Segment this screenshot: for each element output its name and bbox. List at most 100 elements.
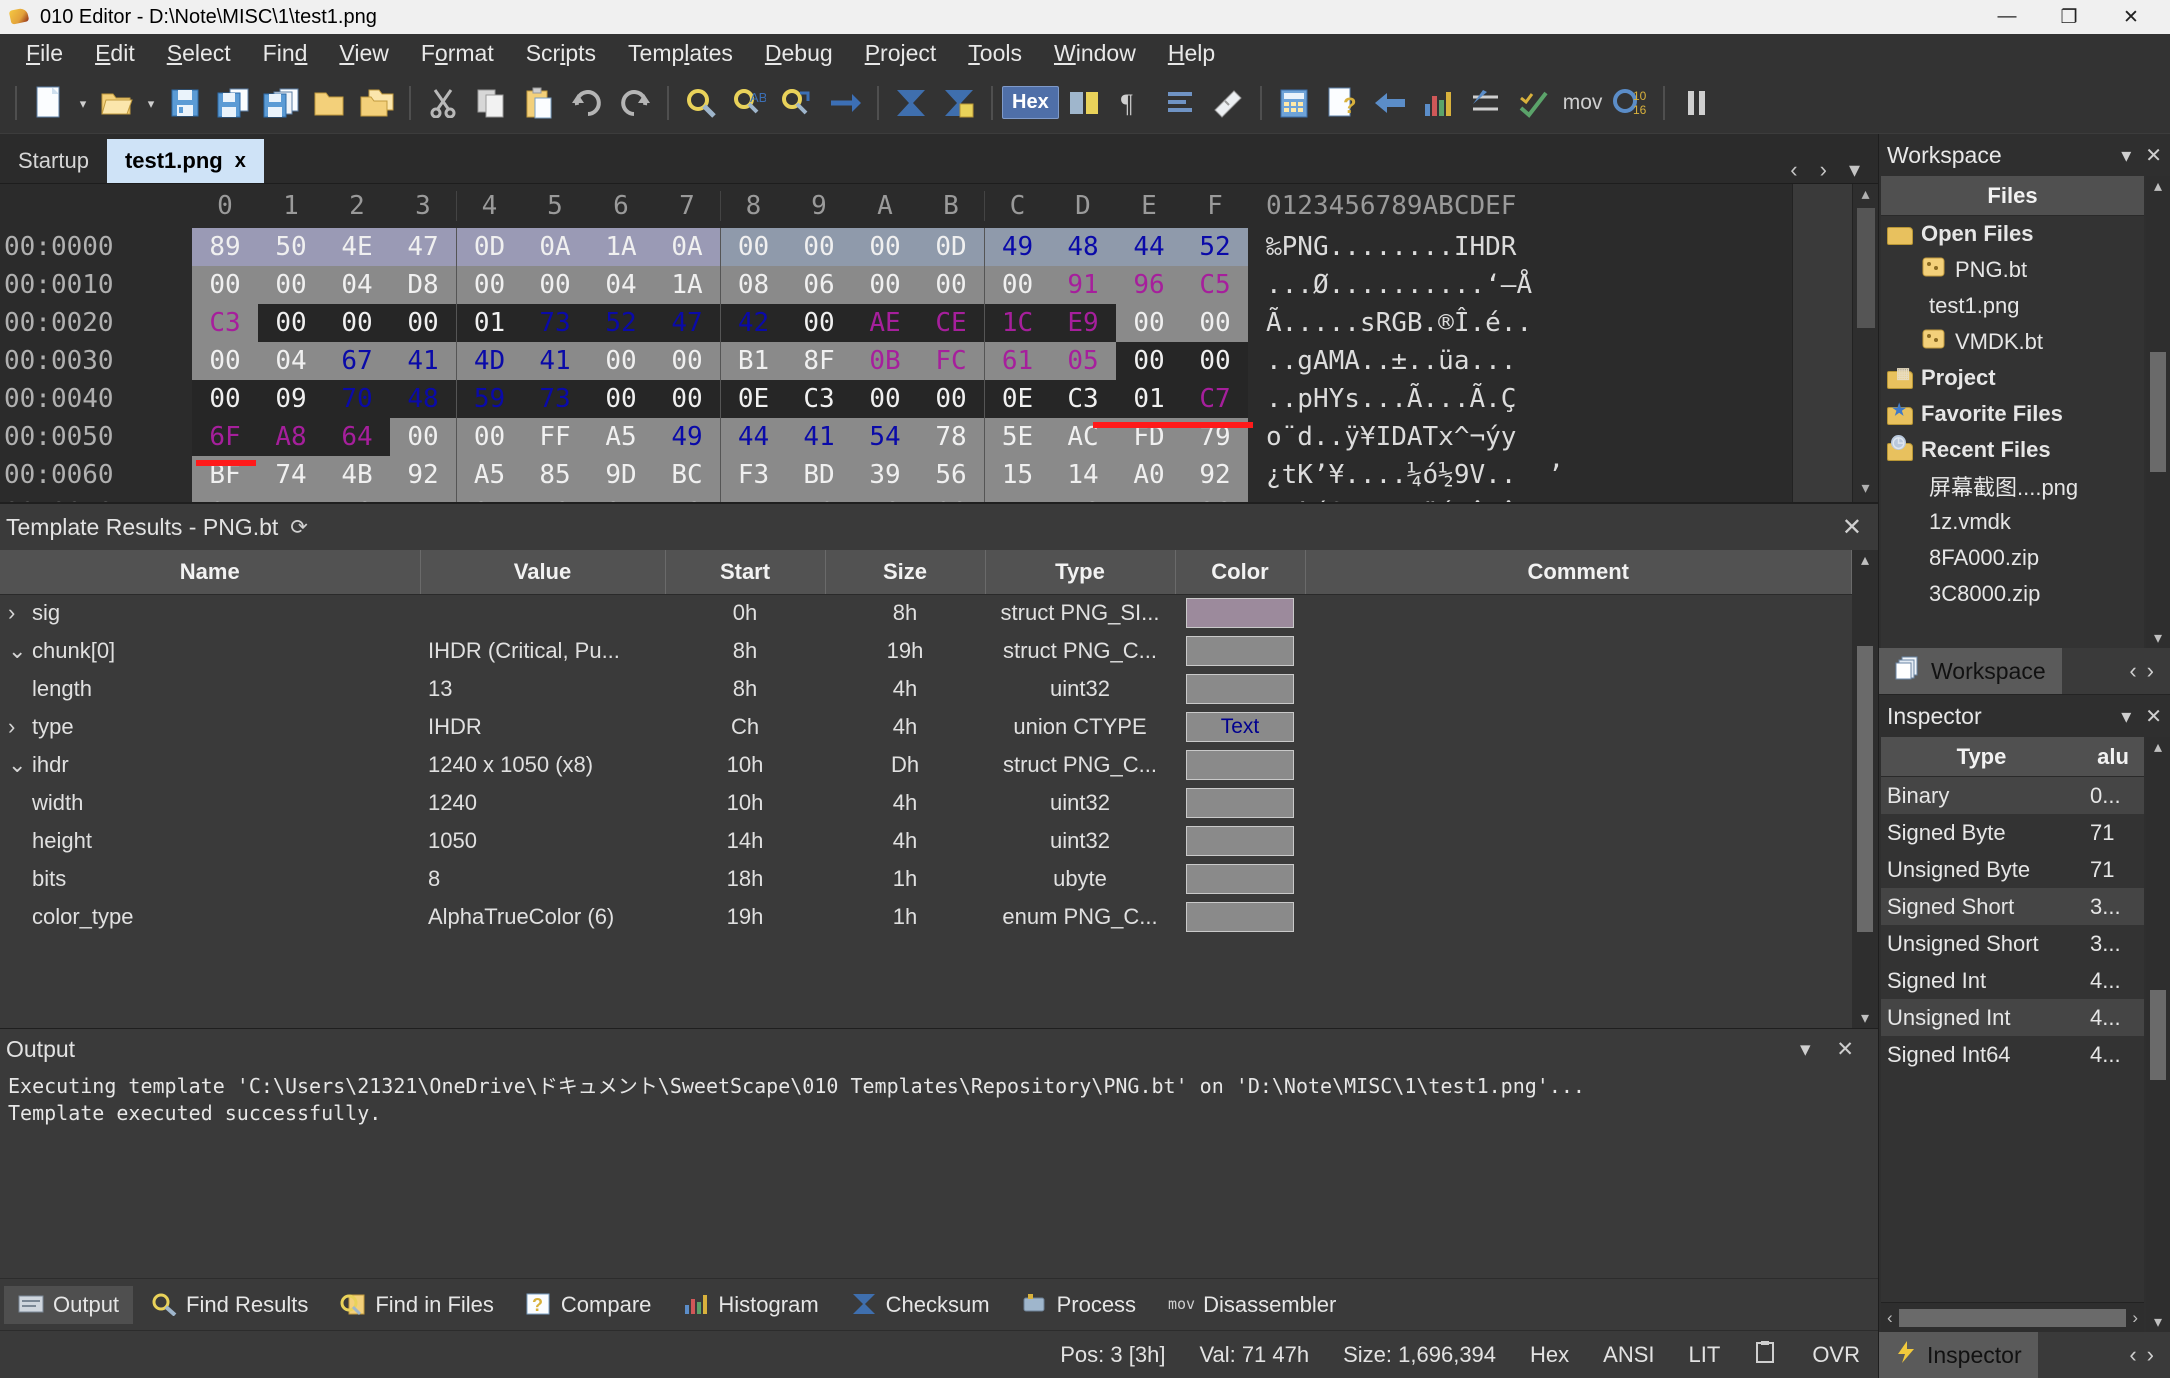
menu-item-edit[interactable]: Edit xyxy=(79,36,151,71)
hex-byte[interactable]: 01 xyxy=(1116,380,1182,418)
hex-byte[interactable]: 50 xyxy=(258,228,324,266)
col-value[interactable]: Value xyxy=(420,550,665,594)
run-script-icon[interactable] xyxy=(888,80,934,126)
menu-item-find[interactable]: Find xyxy=(247,36,324,71)
hex-byte[interactable]: 44 xyxy=(1116,228,1182,266)
expand-caret-icon[interactable]: › xyxy=(8,600,32,626)
menu-item-select[interactable]: Select xyxy=(151,36,247,71)
cell-color[interactable] xyxy=(1175,632,1305,670)
col-name[interactable]: Name xyxy=(0,550,420,594)
hex-byte[interactable]: E9 xyxy=(1050,304,1116,342)
hex-row[interactable]: 00:0030000467414D410000B18F0BFC61050000.… xyxy=(0,342,1792,380)
tab-test1-png[interactable]: test1.png x xyxy=(107,139,264,183)
inspector-nav-prev[interactable]: ‹ xyxy=(2129,1342,2146,1367)
cell-value[interactable]: 13 xyxy=(420,670,665,708)
table-row[interactable]: color_typeAlphaTrueColor (6)19h1henum PN… xyxy=(0,898,1852,936)
inspector-row[interactable]: Signed Int644... xyxy=(1881,1036,2144,1073)
inspector-value[interactable]: 4... xyxy=(2090,968,2144,994)
cell-size[interactable]: 1h xyxy=(825,860,985,898)
hex-byte[interactable]: 04 xyxy=(324,266,390,304)
inspector-hscroll-right-icon[interactable]: › xyxy=(2126,1308,2144,1328)
inspector-value[interactable]: 3... xyxy=(2090,894,2144,920)
inspector-row[interactable]: Unsigned Short3... xyxy=(1881,925,2144,962)
hex-byte[interactable]: 47 xyxy=(390,228,456,266)
cell-size[interactable]: 8h xyxy=(825,594,985,632)
expand-caret-icon[interactable]: ⌄ xyxy=(8,752,32,778)
hex-byte[interactable]: 74 xyxy=(258,456,324,494)
inspector-value[interactable]: 71 xyxy=(2090,857,2144,883)
hex-byte[interactable]: F3 xyxy=(720,456,786,494)
hex-byte[interactable]: BC xyxy=(654,456,720,494)
status-mode[interactable]: Hex xyxy=(1530,1342,1569,1368)
chevron-down-icon[interactable]: ▾ xyxy=(2121,704,2131,729)
hex-byte[interactable]: 00 xyxy=(1116,342,1182,380)
pause-icon[interactable] xyxy=(1674,80,1720,126)
cell-start[interactable]: 0h xyxy=(665,594,825,632)
hex-byte[interactable]: 0B xyxy=(852,342,918,380)
hex-byte[interactable]: 00 xyxy=(192,342,258,380)
column-mode-icon[interactable] xyxy=(1061,80,1107,126)
inspector-row[interactable]: Binary0... xyxy=(1881,777,2144,814)
workspace-close-icon[interactable]: ✕ xyxy=(2145,143,2162,168)
hex-byte[interactable]: 01 xyxy=(456,304,522,342)
hex-byte[interactable]: 00 xyxy=(654,342,720,380)
refresh-icon[interactable]: ⟳ xyxy=(290,515,308,540)
find-next-icon[interactable]: AB xyxy=(726,80,772,126)
new-file-dropdown-icon[interactable]: ▾ xyxy=(74,80,92,126)
cell-comment[interactable] xyxy=(1305,860,1852,898)
hex-byte[interactable]: 00 xyxy=(852,228,918,266)
hex-byte[interactable]: 86 xyxy=(918,494,984,502)
inspector-close-icon[interactable]: ✕ xyxy=(2145,704,2162,729)
bottom-tab-process[interactable]: Process xyxy=(1008,1286,1150,1324)
hex-byte[interactable]: 00 xyxy=(1116,304,1182,342)
cell-type[interactable]: union CTYPE xyxy=(985,708,1175,746)
hex-byte[interactable]: 6F xyxy=(192,418,258,456)
cell-color[interactable] xyxy=(1175,860,1305,898)
jump-back-icon[interactable] xyxy=(1367,80,1413,126)
bottom-tab-histogram[interactable]: Histogram xyxy=(669,1286,832,1324)
hex-mode-button[interactable]: Hex xyxy=(1002,80,1059,126)
cell-name[interactable]: bits xyxy=(0,860,420,898)
color-swatch[interactable] xyxy=(1186,674,1294,704)
workspace-nav-prev[interactable]: ‹ xyxy=(2129,658,2146,683)
hex-byte[interactable]: 49 xyxy=(654,418,720,456)
col-type[interactable]: Type xyxy=(985,550,1175,594)
inspector-value[interactable]: 4... xyxy=(2090,1042,2144,1068)
cell-value[interactable]: 1240 x 1050 (x8) xyxy=(420,746,665,784)
cell-name[interactable]: length xyxy=(0,670,420,708)
cell-comment[interactable] xyxy=(1305,632,1852,670)
hex-byte[interactable]: 00 xyxy=(1182,304,1248,342)
hex-byte[interactable]: 52 xyxy=(1182,228,1248,266)
hex-byte[interactable]: 9D xyxy=(588,456,654,494)
cell-start[interactable]: 18h xyxy=(665,860,825,898)
hex-byte[interactable]: FD xyxy=(390,494,456,502)
template-results-table[interactable]: Name Value Start Size Type Color Comment… xyxy=(0,550,1852,936)
hex-byte[interactable]: 1A xyxy=(654,266,720,304)
cell-start[interactable]: 8h xyxy=(665,670,825,708)
cell-type[interactable]: struct PNG_SI... xyxy=(985,594,1175,632)
cell-type[interactable]: ubyte xyxy=(985,860,1175,898)
hex-byte[interactable]: 00 xyxy=(390,304,456,342)
workspace-scroll-thumb[interactable] xyxy=(2150,352,2166,472)
save-as-icon[interactable] xyxy=(210,80,256,126)
color-swatch[interactable] xyxy=(1186,750,1294,780)
hex-byte[interactable]: 7F xyxy=(720,494,786,502)
open-folder-dropdown-icon[interactable]: ▾ xyxy=(142,80,160,126)
chevron-down-icon[interactable]: ▾ xyxy=(2121,143,2131,168)
cell-type[interactable]: enum PNG_C... xyxy=(985,898,1175,936)
hex-byte[interactable]: 54 xyxy=(852,418,918,456)
open-dir-icon[interactable] xyxy=(306,80,352,126)
workspace-tree-item[interactable]: 3C8000.zip xyxy=(1881,576,2144,612)
cell-name[interactable]: width xyxy=(0,784,420,822)
hex-byte[interactable]: 42 xyxy=(720,304,786,342)
base-convert-icon[interactable]: 1016 xyxy=(1608,80,1654,126)
hex-byte[interactable]: 05 xyxy=(1050,342,1116,380)
hex-byte[interactable]: 13 xyxy=(522,494,588,502)
hex-byte[interactable]: 73 xyxy=(522,304,588,342)
hex-byte[interactable]: 0A xyxy=(522,228,588,266)
hex-row[interactable]: 00:0060BF744B92A5859DBCF3BD39561514A092¿… xyxy=(0,456,1792,494)
maximize-button[interactable]: ❐ xyxy=(2038,0,2100,34)
cell-size[interactable]: Dh xyxy=(825,746,985,784)
inspector-value[interactable]: 71 xyxy=(2090,820,2144,846)
table-row[interactable]: ⌄chunk[0]IHDR (Critical, Pu...8h19hstruc… xyxy=(0,632,1852,670)
